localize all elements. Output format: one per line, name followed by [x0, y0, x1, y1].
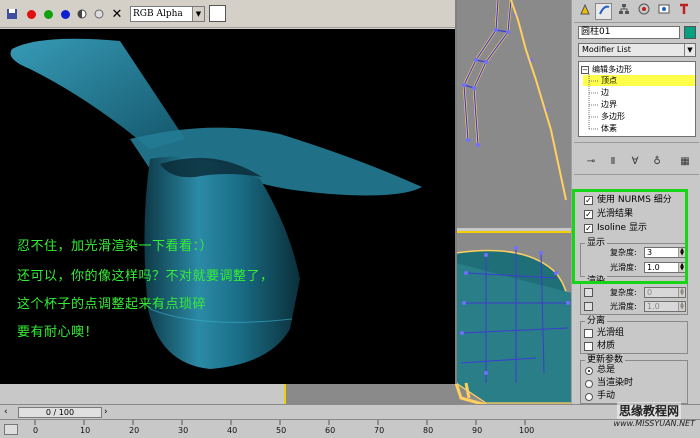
render-smoothness-label: 光滑度:	[610, 302, 637, 311]
tick-label: 40	[227, 426, 238, 435]
channel-select-value: RGB Alpha	[133, 9, 183, 19]
render-iterations-spinner[interactable]: 0 ▲ ▼	[644, 287, 686, 298]
save-icon[interactable]	[4, 6, 20, 22]
monochrome-icon[interactable]	[91, 6, 107, 22]
tick-label: 90	[472, 426, 483, 435]
object-name-value: 圆柱01	[581, 27, 611, 37]
caption-line-1: 忍不住，加光滑渲染一下看看：）	[17, 239, 214, 254]
spinner-arrows-icon[interactable]: ▲ ▼	[678, 288, 685, 297]
update-always-label: 总是	[597, 365, 616, 375]
alpha-channel-icon[interactable]	[74, 6, 90, 22]
render-smoothness-spinner[interactable]: 1.0 ▲ ▼	[644, 301, 686, 312]
render-iterations-checkbox[interactable]	[584, 288, 593, 297]
watermark-logo: 思缘教程网	[616, 402, 681, 419]
tick-label: 20	[129, 426, 140, 435]
object-name-field[interactable]: 圆柱01	[578, 26, 680, 39]
chevron-right-icon[interactable]: ›	[104, 408, 114, 417]
tick-label: 0	[33, 426, 39, 435]
tick-label: 70	[374, 426, 385, 435]
create-icon[interactable]	[576, 3, 593, 20]
red-channel-icon[interactable]	[23, 6, 39, 22]
remove-modifier-icon[interactable]: ♁	[650, 155, 664, 169]
channel-select[interactable]: RGB Alpha ▼	[130, 6, 205, 22]
materials-label: 材质	[597, 341, 616, 351]
configure-sets-icon[interactable]: ▦	[678, 155, 692, 169]
modify-icon[interactable]	[595, 3, 612, 20]
motion-icon[interactable]	[635, 3, 652, 20]
render-toolbar: ✕ RGB Alpha ▼	[0, 0, 455, 28]
chevron-down-icon: ▼	[684, 44, 695, 56]
tick-label: 100	[519, 426, 535, 435]
render-canvas: 忍不住，加光滑渲染一下看看：） 还可以，你的像这样吗？不对就要调整了， 这个杯子…	[0, 29, 455, 384]
tick-label: 80	[423, 426, 434, 435]
caption-line-2: 还可以，你的像这样吗？不对就要调整了，	[17, 269, 274, 284]
show-end-result-icon[interactable]: Ⅱ	[606, 155, 620, 169]
modifier-list-dropdown[interactable]: Modifier List ▼	[578, 43, 696, 57]
caption-line-3: 这个杯子的点调整起来有点琐碎	[17, 297, 207, 312]
pin-stack-icon[interactable]: ⊸	[584, 155, 598, 169]
render-smoothness-checkbox[interactable]	[584, 302, 593, 311]
display-icon[interactable]	[655, 3, 672, 20]
time-slider[interactable]: 0 / 100	[18, 407, 102, 418]
background-color-swatch[interactable]	[209, 5, 226, 22]
spinner-arrows-icon[interactable]: ▲ ▼	[678, 302, 685, 311]
chevron-down-icon: ▼	[192, 7, 204, 21]
update-manual-radio[interactable]	[585, 393, 593, 401]
caption-line-4: 要有耐心噢！	[17, 325, 99, 340]
render-iterations-label: 复杂度:	[610, 288, 637, 297]
update-always-radio[interactable]	[585, 367, 593, 375]
rendered-frame-window[interactable]: ✕ RGB Alpha ▼ 忍不住，加光滑渲染一下看看：） 还可以，你的像这样吗…	[0, 0, 457, 384]
smoothing-groups-checkbox[interactable]	[584, 329, 593, 338]
stack-tools: ⊸ Ⅱ ∀ ♁ ▦	[578, 155, 696, 169]
watermark-url: www.MISSYUAN.NET	[613, 419, 695, 428]
render-iterations-value: 0	[647, 288, 653, 297]
command-panel-tabs	[572, 0, 700, 24]
green-channel-icon[interactable]	[40, 6, 56, 22]
materials-checkbox[interactable]	[584, 342, 593, 351]
modifier-stack: − 编辑多边形 顶点 边 边界 多边形 体素	[578, 61, 696, 137]
stack-tree-lines	[588, 74, 599, 130]
tick-label: 50	[276, 426, 287, 435]
utilities-icon[interactable]	[675, 3, 692, 20]
green-dot	[43, 9, 53, 19]
highlight-box	[572, 189, 688, 284]
divider	[574, 174, 699, 175]
divider	[574, 22, 699, 23]
update-render-label: 当渲染时	[597, 378, 634, 388]
watermark: 思缘教程网 www.MISSYUAN.NET	[583, 402, 695, 432]
time-slider-value: 0 / 100	[45, 408, 75, 417]
tick-label: 60	[325, 426, 336, 435]
make-unique-icon[interactable]: ∀	[628, 155, 642, 169]
clear-icon[interactable]: ✕	[109, 6, 125, 22]
hierarchy-icon[interactable]	[615, 3, 632, 20]
object-color-swatch[interactable]	[684, 26, 696, 39]
divider	[574, 142, 699, 143]
render-smoothness-value: 1.0	[647, 302, 660, 311]
red-dot	[26, 9, 36, 19]
tick-label: 30	[178, 426, 189, 435]
update-manual-label: 手动	[597, 391, 616, 401]
tick-label: 10	[80, 426, 91, 435]
blue-dot	[60, 9, 70, 19]
modifier-list-label: Modifier List	[582, 45, 631, 54]
chevron-left-icon[interactable]: ‹	[4, 408, 14, 417]
update-render-radio[interactable]	[585, 380, 593, 388]
separate-group-title: 分离	[585, 316, 608, 326]
blue-channel-icon[interactable]	[57, 6, 73, 22]
smoothing-groups-label: 光滑组	[597, 328, 625, 338]
update-options-title: 更新参数	[585, 355, 626, 365]
